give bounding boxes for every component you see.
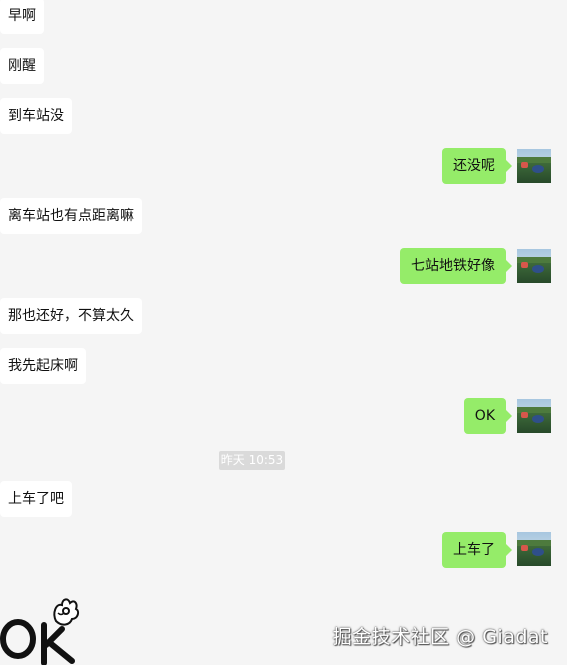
avatar-flag <box>521 412 528 418</box>
avatar[interactable] <box>517 249 551 283</box>
message-bubble-outgoing[interactable]: 七站地铁好像 <box>400 248 512 284</box>
message-bubble-incoming[interactable]: 我先起床啊 <box>0 348 86 384</box>
avatar-flag <box>521 262 528 268</box>
avatar-figure <box>532 165 544 173</box>
message-bubble-outgoing[interactable]: 还没呢 <box>442 148 512 184</box>
message-bubble-incoming[interactable]: 那也还好，不算太久 <box>0 298 142 334</box>
ok-hand-sticker-icon[interactable] <box>0 593 82 665</box>
avatar-flag <box>521 162 528 168</box>
message-bubble-outgoing[interactable]: 上车了 <box>442 532 512 568</box>
avatar-figure <box>532 415 544 423</box>
message-bubble-outgoing[interactable]: OK <box>463 398 513 434</box>
avatar[interactable] <box>517 149 551 183</box>
timestamp-divider: 昨天 10:53 <box>219 451 285 470</box>
avatar-figure <box>532 548 544 556</box>
avatar[interactable] <box>517 532 551 566</box>
message-bubble-incoming[interactable]: 离车站也有点距离嘛 <box>0 198 142 234</box>
avatar-figure <box>532 265 544 273</box>
message-bubble-incoming[interactable]: 上车了吧 <box>0 481 72 517</box>
avatar-flag <box>521 545 528 551</box>
watermark-text: 掘金技术社区 @ Giadat <box>332 626 548 648</box>
message-bubble-incoming[interactable]: 刚醒 <box>0 48 44 84</box>
avatar[interactable] <box>517 399 551 433</box>
message-bubble-incoming[interactable]: 早啊 <box>0 0 44 34</box>
message-bubble-incoming[interactable]: 到车站没 <box>0 98 72 134</box>
